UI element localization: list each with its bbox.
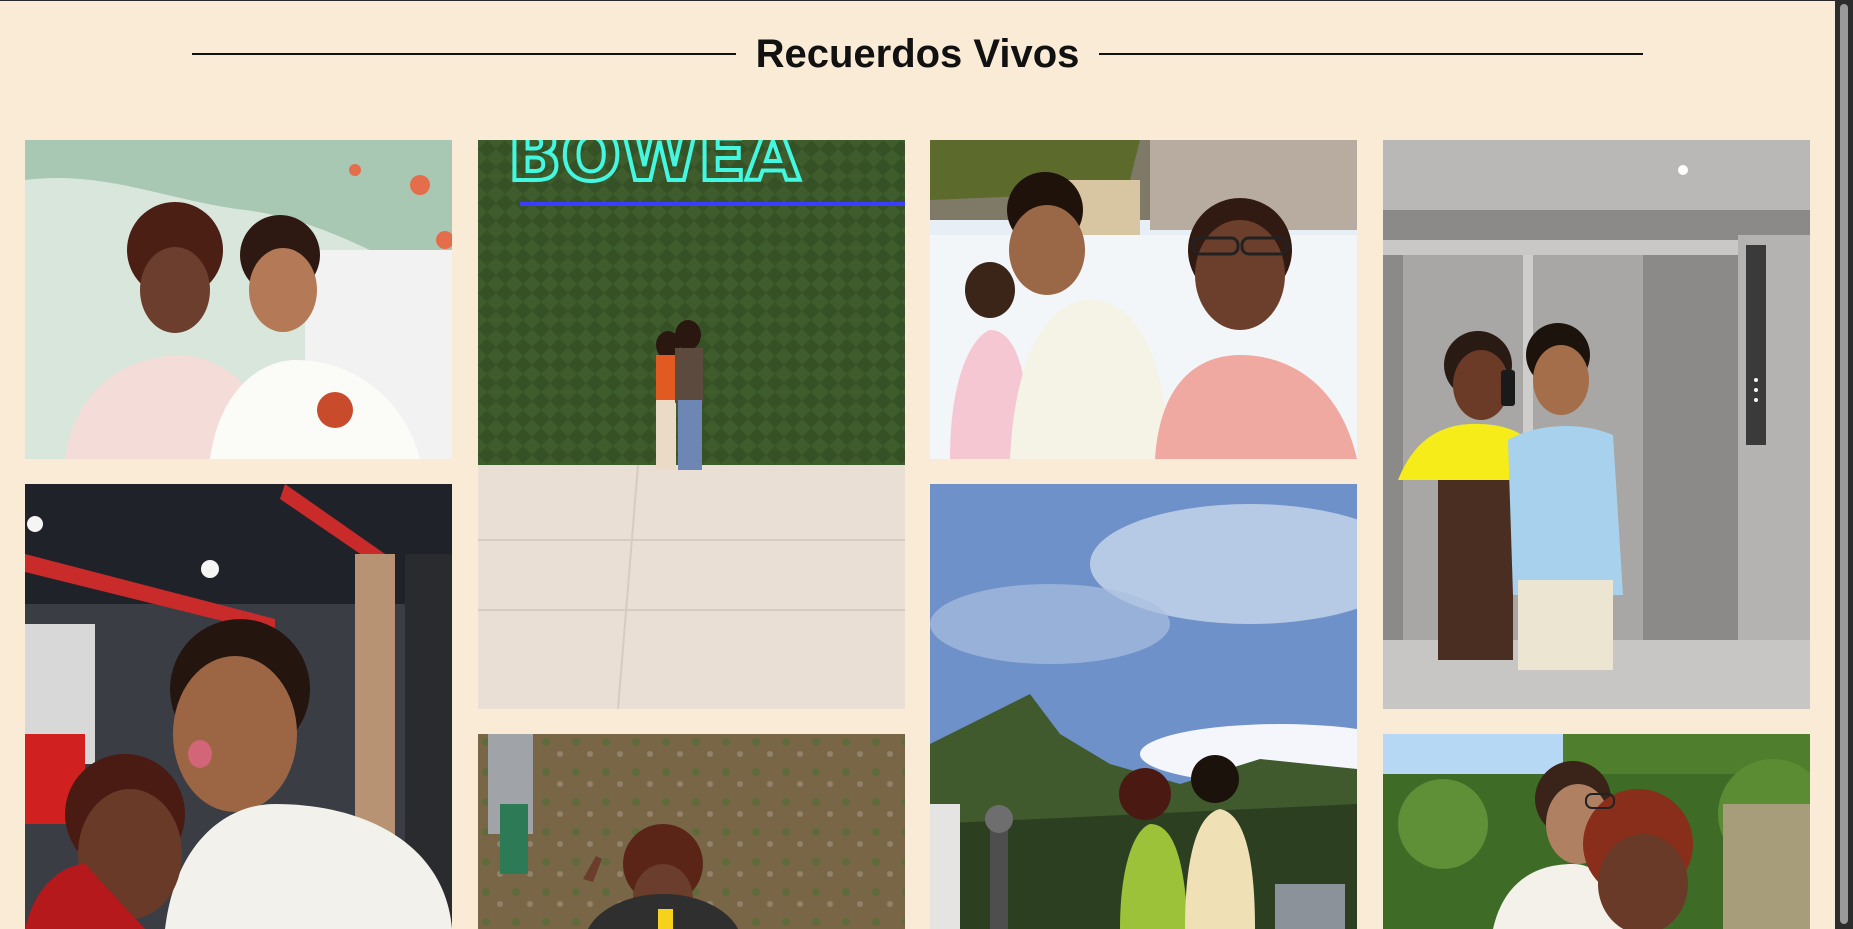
page-scrollbar[interactable] bbox=[1835, 0, 1853, 929]
photo-couple-mural-selfie[interactable] bbox=[25, 140, 452, 459]
top-border bbox=[0, 0, 1853, 1]
page-title: Recuerdos Vivos bbox=[755, 31, 1080, 76]
photo-couple-green-wall[interactable]: BOWEA bbox=[478, 140, 905, 709]
photo-image bbox=[25, 484, 452, 929]
photo-elevator-mirror-selfie[interactable] bbox=[1383, 140, 1810, 709]
photo-image: BOWEA bbox=[478, 140, 905, 709]
photo-girl-peace-sign[interactable] bbox=[478, 734, 905, 929]
photo-image bbox=[1383, 734, 1810, 929]
photo-image bbox=[930, 484, 1357, 929]
scrollbar-thumb[interactable] bbox=[1840, 4, 1848, 924]
title-divider-left bbox=[191, 53, 736, 55]
svg-text:BOWEA: BOWEA bbox=[508, 140, 800, 197]
photo-group-ice-rink[interactable] bbox=[930, 140, 1357, 459]
photo-couple-garden-selfie[interactable] bbox=[1383, 734, 1810, 929]
title-divider-right bbox=[1099, 53, 1644, 55]
photo-mountain-embrace[interactable] bbox=[930, 484, 1357, 929]
photo-image bbox=[930, 140, 1357, 459]
photo-image bbox=[25, 140, 452, 459]
photo-image bbox=[478, 734, 905, 929]
photo-image bbox=[1383, 140, 1810, 709]
photo-couple-restaurant-selfie[interactable] bbox=[25, 484, 452, 929]
page-header: Recuerdos Vivos bbox=[0, 22, 1835, 86]
